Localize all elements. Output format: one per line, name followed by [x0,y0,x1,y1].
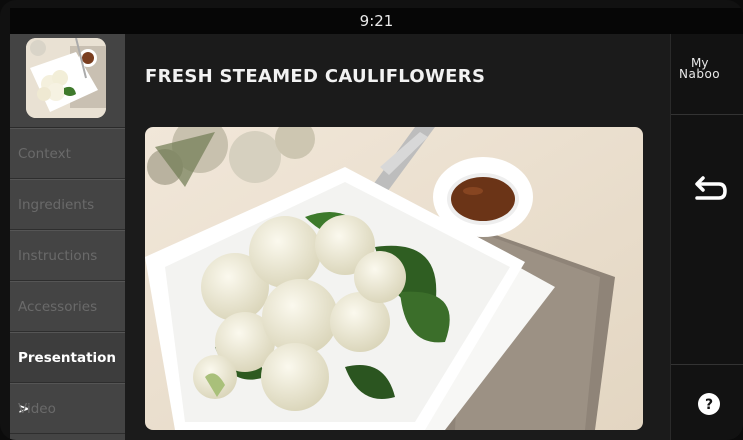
main-content: FRESH STEAMED CAULIFLOWERS [125,34,670,440]
recipe-thumbnail[interactable] [26,38,106,118]
presentation-photo [145,127,643,430]
help-icon: ? [698,393,720,415]
sidebar: Context Ingredients Instructions Accesso… [10,34,125,440]
brand-line2: Naboo [679,67,721,81]
status-bar: 9:21 [10,8,743,34]
nav-item-presentation[interactable]: Presentation > [10,332,125,417]
nav-item-context[interactable]: Context [10,128,125,179]
device-screen: 9:21 Context Ingredients Instructions Ac… [0,0,743,440]
recipe-title: FRESH STEAMED CAULIFLOWERS [145,66,486,87]
nav-item-ingredients[interactable]: Ingredients [10,179,125,230]
back-arrow-icon [695,176,727,200]
help-button[interactable]: ? [671,364,743,440]
nav-item-accessories[interactable]: Accessories [10,281,125,332]
brand-logo[interactable]: My Naboo [671,34,743,115]
svg-text:?: ? [705,397,713,413]
nav-item-instructions[interactable]: Instructions [10,230,125,281]
nav-item-video[interactable]: Video [10,383,125,434]
right-toolbar: My Naboo ? [670,34,743,440]
back-button[interactable] [671,144,743,244]
thumbnail-area [10,34,125,128]
status-time: 9:21 [359,12,394,30]
